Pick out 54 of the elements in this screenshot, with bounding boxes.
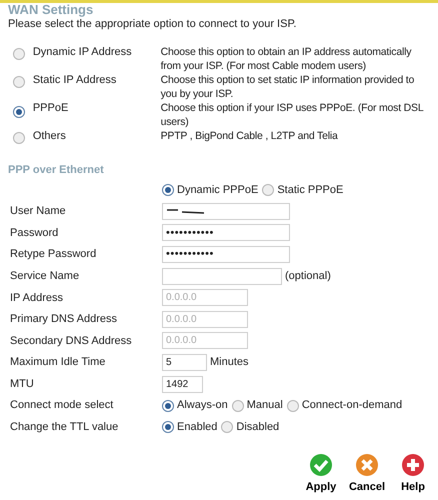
action-button[interactable]: Apply — [302, 453, 340, 496]
text-field[interactable]: ••••••••••• — [162, 224, 290, 242]
field-label: Primary DNS Address — [10, 313, 117, 326]
radio-button[interactable] — [162, 400, 174, 412]
text-field[interactable] — [162, 268, 282, 285]
action-button[interactable]: Help — [394, 453, 432, 496]
field-label: Secondary DNS Address — [10, 334, 132, 347]
field-label: MTU — [10, 378, 34, 390]
radio-button[interactable] — [13, 48, 25, 60]
option-description: Choose this option if your ISP uses PPPoE. (For most DSL users) — [160, 101, 424, 129]
action-button[interactable]: Cancel — [348, 453, 386, 496]
option-label: PPPoE — [32, 101, 70, 115]
radio-label: Always-on — [177, 398, 228, 414]
field-label: Maximum Idle Time — [10, 356, 106, 368]
text-field[interactable]: 5 — [162, 354, 207, 372]
option-description: Choose this option to set static IP information provided to you by your ISP. — [160, 73, 416, 101]
radio-label: Enabled — [177, 420, 218, 436]
radio-label: Connect-on-demand — [302, 398, 402, 414]
radio-button[interactable] — [13, 132, 25, 144]
radio-button[interactable] — [232, 400, 244, 412]
radio-button[interactable] — [221, 421, 234, 434]
field-suffix: Minutes — [210, 355, 249, 370]
text-field[interactable]: 1492 — [162, 376, 203, 393]
radio-button[interactable] — [162, 184, 174, 196]
option-description: PPTP , BigPond Cable , L2TP and Telia — [160, 129, 339, 143]
check-icon — [309, 453, 333, 477]
close-icon — [355, 453, 379, 477]
radio-button[interactable] — [13, 76, 25, 88]
field-suffix: (optional) — [285, 268, 331, 284]
radio-label: Manual — [246, 398, 283, 414]
option-label: Static IP Address — [32, 73, 118, 87]
radio-button[interactable] — [13, 106, 25, 118]
radio-button[interactable] — [286, 400, 299, 412]
field-label: Connect mode select — [10, 399, 114, 412]
field-label: IP Address — [10, 292, 63, 304]
field-label: Password — [10, 226, 58, 239]
radio-button[interactable] — [262, 184, 274, 196]
radio-label: Disabled — [236, 420, 280, 436]
option-description: Choose this option to obtain an IP address automatically from your ISP. (For most Cable modem users) — [160, 45, 412, 73]
field-label: Service Name — [10, 270, 80, 282]
radio-label: Dynamic PPPoE — [177, 182, 258, 198]
field-label: Retype Password — [10, 248, 96, 260]
section-title: PPP over Ethernet — [8, 163, 105, 177]
radio-label: Static PPPoE — [277, 182, 344, 198]
option-label: Others — [32, 129, 67, 143]
plus-icon — [401, 453, 425, 477]
intro-text: Please select the appropriate option to connect to your ISP. — [8, 17, 298, 31]
text-field[interactable] — [162, 202, 290, 220]
page-title: WAN Settings — [8, 3, 94, 17]
radio-button[interactable] — [162, 421, 174, 434]
option-label: Dynamic IP Address — [32, 45, 133, 59]
field-label: Change the TTL value — [10, 421, 118, 434]
text-field[interactable]: ••••••••••• — [162, 246, 290, 264]
field-label: User Name — [10, 205, 66, 218]
